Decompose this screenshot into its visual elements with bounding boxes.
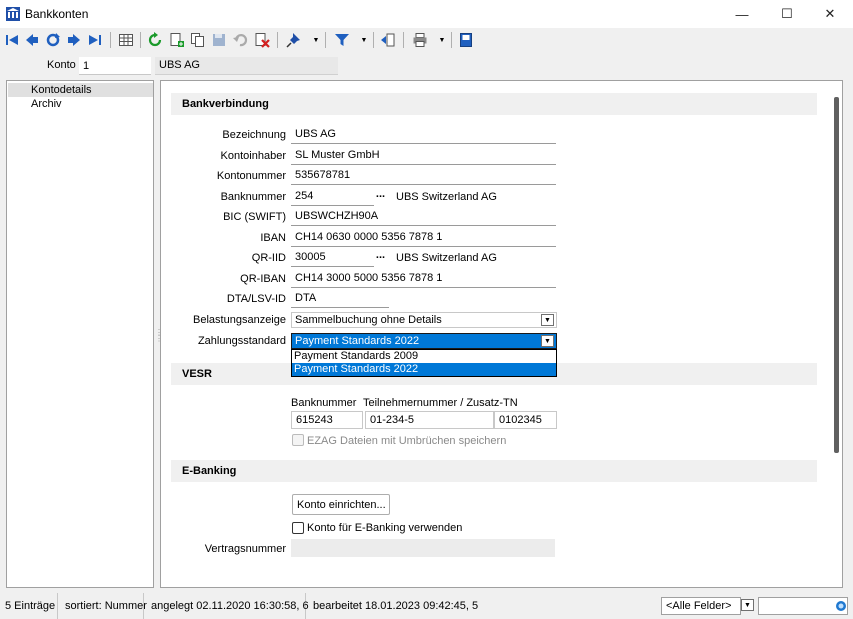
field-filter-select[interactable]: <Alle Felder> [661,597,741,615]
bic-field[interactable]: UBSWCHZH90A [291,208,556,226]
vertragsnummer-label: Vertragsnummer [204,543,286,555]
toolbar-separator [140,32,141,48]
dta-lsv-field[interactable]: DTA [291,290,389,308]
bezeichnung-label: Bezeichnung [222,129,286,141]
section-bankverbindung: Bankverbindung [171,93,817,115]
filter-dropdown-icon[interactable]: ▼ [360,31,368,49]
bezeichnung-field[interactable]: UBS AG [291,126,556,144]
qr-iid-bank-name: UBS Switzerland AG [396,252,497,264]
kontonummer-field[interactable]: 535678781 [291,167,556,185]
status-bar: 5 Einträge sortiert: Nummer angelegt 02.… [0,593,853,619]
bank-icon [6,7,20,21]
bic-label: BIC (SWIFT) [223,211,286,223]
new-record-icon[interactable] [168,31,186,49]
belastungsanzeige-label: Belastungsanzeige [193,314,286,326]
ezag-label: EZAG Dateien mit Umbrüchen speichern [307,435,507,447]
pin-dropdown-icon[interactable]: ▼ [312,31,320,49]
first-record-icon[interactable] [3,31,21,49]
konto-description: UBS AG [155,57,338,75]
minimize-button[interactable]: — [719,0,765,28]
status-count: 5 Einträge [0,593,58,619]
copy-record-icon[interactable] [189,31,207,49]
zahlungsstandard-dropdown-icon[interactable]: ▼ [541,335,554,347]
pin-icon[interactable] [285,31,303,49]
qr-iid-lookup-button[interactable]: ... [373,250,388,265]
delete-record-icon[interactable] [253,31,271,49]
undo-icon[interactable] [231,31,249,49]
zahlungsstandard-dropdown-list: Payment Standards 2009 Payment Standards… [291,349,557,377]
maximize-button[interactable]: ☐ [764,0,810,28]
vertical-scrollbar[interactable] [834,97,839,453]
details-panel: Bankverbindung Bezeichnung UBS AG Kontoi… [160,80,843,588]
belastungsanzeige-select[interactable]: Sammelbuchung ohne Details [291,312,557,328]
vertragsnummer-field[interactable] [291,539,555,557]
konto-input[interactable] [79,57,151,75]
dta-lsv-label: DTA/LSV-ID [226,293,286,305]
konto-label: Konto [47,59,76,71]
last-record-icon[interactable] [86,31,104,49]
nav-item-kontodetails[interactable]: Kontodetails [8,83,153,97]
kontonummer-label: Kontonummer [216,170,286,182]
banknummer-label: Banknummer [220,191,286,203]
print-dropdown-icon[interactable]: ▼ [438,31,446,49]
next-record-icon[interactable] [65,31,83,49]
window-title: Bankkonten [25,7,89,21]
kontoinhaber-field[interactable]: SL Muster GmbH [291,147,556,165]
toolbar-separator [277,32,278,48]
belastungsanzeige-dropdown-icon[interactable]: ▼ [541,314,554,326]
import-icon[interactable] [379,31,397,49]
field-filter-dropdown-icon[interactable]: ▼ [741,599,754,611]
zahlungsstandard-option[interactable]: Payment Standards 2009 [292,350,556,363]
ebanking-checkbox[interactable] [292,522,304,534]
status-sorted: sortiert: Nummer [60,593,147,619]
filter-icon[interactable] [333,31,351,49]
qr-iban-field[interactable]: CH14 3000 5000 5356 7878 1 [291,270,556,288]
export-icon[interactable] [457,31,475,49]
nav-item-archiv[interactable]: Archiv [8,97,153,111]
refresh-record-icon[interactable] [44,31,62,49]
vesr-banknummer-header: Banknummer [291,397,357,409]
banknummer-field[interactable]: 254 [291,188,374,206]
vesr-teilnehmer-header: Teilnehmernummer / Zusatz-TN [363,397,518,409]
save-record-icon[interactable] [210,31,228,49]
print-icon[interactable] [411,31,429,49]
toolbar-separator [325,32,326,48]
reload-icon[interactable] [146,31,164,49]
section-ebanking: E-Banking [171,460,817,482]
qr-iban-label: QR-IBAN [240,273,286,285]
zahlungsstandard-select[interactable]: Payment Standards 2022 [291,333,557,349]
toolbar-separator [373,32,374,48]
title-bar: Bankkonten — ☐ ✕ [0,0,853,28]
toolbar-separator [110,32,111,48]
vesr-zusatz-field[interactable]: 0102345 [494,411,557,429]
toolbar: ▼ ▼ ▼ [0,28,853,52]
kontoinhaber-label: Kontoinhaber [220,150,286,162]
zahlungsstandard-option[interactable]: Payment Standards 2022 [292,363,556,376]
ebanking-use-label: Konto für E-Banking verwenden [307,522,463,534]
zahlungsstandard-label: Zahlungsstandard [197,335,286,347]
konto-einrichten-button[interactable]: Konto einrichten... [292,494,390,515]
previous-record-icon[interactable] [23,31,41,49]
banknummer-bank-name: UBS Switzerland AG [396,191,497,203]
vesr-teilnehmer-field[interactable]: 01-234-5 [365,411,494,429]
table-view-icon[interactable] [117,31,135,49]
toolbar-separator [451,32,452,48]
status-created: angelegt 02.11.2020 16:30:58, 6 [146,593,309,619]
close-button[interactable]: ✕ [807,0,853,28]
iban-label: IBAN [260,232,286,244]
search-icon[interactable] [835,600,847,612]
qr-iid-field[interactable]: 30005 [291,249,374,267]
ezag-checkbox[interactable] [292,434,304,446]
banknummer-lookup-button[interactable]: ... [373,189,388,204]
toolbar-separator [403,32,404,48]
qr-iid-label: QR-IID [251,252,286,264]
status-edited: bearbeitet 18.01.2023 09:42:45, 5 [313,600,479,612]
vesr-banknummer-field[interactable]: 615243 [291,411,363,429]
iban-field[interactable]: CH14 0630 0000 5356 7878 1 [291,229,556,247]
